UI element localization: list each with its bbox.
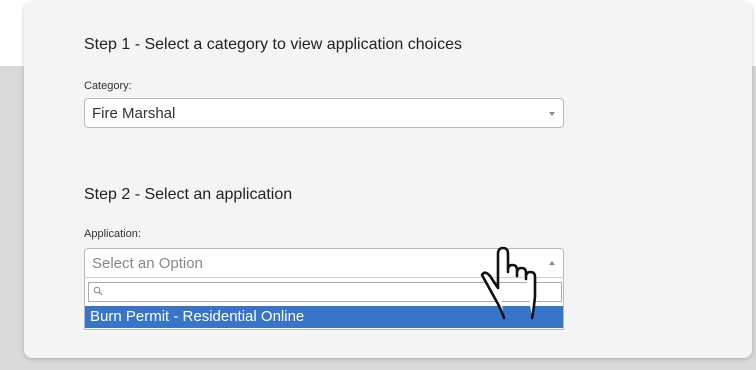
step2-title: Step 2 - Select an application <box>84 186 293 203</box>
chevron-up-icon <box>549 261 555 265</box>
chevron-down-icon <box>549 112 555 116</box>
category-select[interactable]: Fire Marshal <box>84 98 564 128</box>
search-icon <box>93 286 103 296</box>
category-label: Category: <box>84 80 132 92</box>
application-placeholder: Select an Option <box>92 255 203 272</box>
application-form-card: Step 1 - Select a category to view appli… <box>24 2 752 358</box>
application-label: Application: <box>84 228 141 240</box>
step1-title: Step 1 - Select a category to view appli… <box>84 36 462 53</box>
hand-pointer-cursor-icon <box>480 246 537 320</box>
category-selected-value: Fire Marshal <box>92 105 176 122</box>
